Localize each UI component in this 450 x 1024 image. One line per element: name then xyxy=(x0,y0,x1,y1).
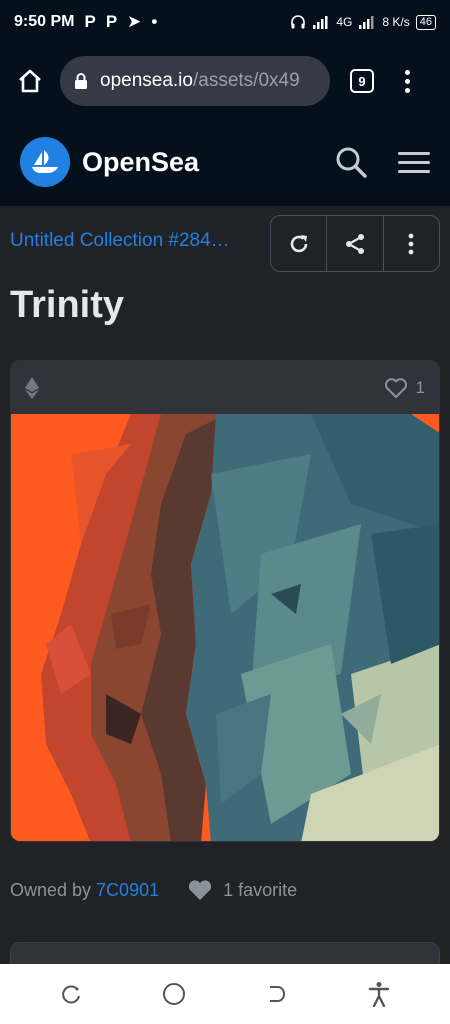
favorites-summary: 1 favorite xyxy=(187,878,297,902)
favorite-button[interactable]: 1 xyxy=(384,377,425,399)
asset-page: Untitled Collection #284… Trinity 1 Owne… xyxy=(0,206,450,982)
collection-link[interactable]: Untitled Collection #284… xyxy=(10,230,266,252)
url-path: /assets/0x49 xyxy=(192,70,300,91)
url-domain: opensea.io xyxy=(100,70,193,91)
system-navigation-bar xyxy=(0,964,450,1024)
ethereum-icon xyxy=(25,376,39,399)
dot-icon: • xyxy=(151,12,158,31)
recents-icon xyxy=(62,985,81,1004)
notification-icons: P P ➤ • xyxy=(84,12,157,32)
boat-icon xyxy=(32,150,58,173)
home-nav-button[interactable] xyxy=(154,974,194,1014)
refresh-button[interactable] xyxy=(271,216,328,271)
asset-image[interactable] xyxy=(11,414,440,842)
owner-link[interactable]: 7C0901 xyxy=(96,880,159,901)
accessibility-button[interactable] xyxy=(359,974,399,1014)
favorite-count: 1 xyxy=(415,377,425,397)
home-icon xyxy=(19,69,41,93)
hamburger-menu-icon[interactable] xyxy=(398,151,430,173)
battery-icon: 46 xyxy=(415,14,436,30)
recents-button[interactable] xyxy=(51,974,91,1014)
search-icon xyxy=(336,147,367,178)
lock-icon xyxy=(75,73,87,89)
share-icon xyxy=(345,233,364,254)
notification-icon-1: P xyxy=(84,12,96,31)
telegram-icon: ➤ xyxy=(127,12,142,31)
share-button[interactable] xyxy=(327,216,384,271)
more-options-button[interactable] xyxy=(384,216,439,271)
accessibility-icon xyxy=(368,982,389,1007)
brand-name[interactable]: OpenSea xyxy=(82,147,199,178)
more-vertical-icon xyxy=(408,233,414,254)
circle-home-icon xyxy=(162,983,185,1005)
headphones-icon xyxy=(291,15,306,29)
back-button[interactable] xyxy=(256,974,296,1014)
status-right: 4G 8 K/s 46 xyxy=(290,14,436,30)
browser-toolbar: opensea.io/assets/0x49 9 xyxy=(0,44,450,118)
search-button[interactable] xyxy=(334,145,368,179)
tab-switcher-button[interactable]: 9 xyxy=(350,69,374,93)
status-bar: 9:50 PM P P ➤ • 4G 8 K/s 46 xyxy=(0,0,450,44)
favorites-text: 1 favorite xyxy=(223,879,298,900)
status-time: 9:50 PM xyxy=(14,13,75,30)
heart-icon xyxy=(189,880,212,900)
back-icon xyxy=(270,986,286,1002)
heart-outline-icon xyxy=(384,377,407,398)
owned-by-label: Owned by xyxy=(10,879,92,900)
network-speed: 8 K/s xyxy=(382,15,410,29)
refresh-icon xyxy=(290,234,307,252)
opensea-logo[interactable] xyxy=(20,137,70,187)
network-type: 4G xyxy=(336,15,353,29)
card-header: 1 xyxy=(11,361,439,414)
asset-media-card: 1 xyxy=(10,360,440,842)
owner-row: Owned by 7C0901 1 favorite xyxy=(10,878,297,902)
browser-menu-button[interactable] xyxy=(402,69,412,93)
signal-icon xyxy=(313,16,328,29)
notification-icon-2: P xyxy=(105,12,118,31)
home-button[interactable] xyxy=(12,63,48,99)
asset-actions xyxy=(270,215,440,272)
asset-title: Trinity xyxy=(10,284,125,326)
signal-icon-2 xyxy=(359,16,374,29)
url-bar[interactable]: opensea.io/assets/0x49 xyxy=(60,56,330,106)
site-header: OpenSea xyxy=(0,118,450,206)
